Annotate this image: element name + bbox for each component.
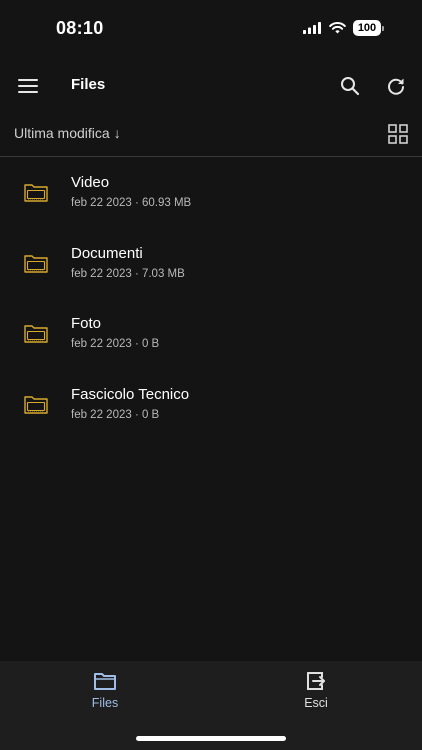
refresh-button[interactable] <box>382 72 410 100</box>
hamburger-menu-icon <box>18 79 38 93</box>
battery-tip <box>382 25 384 31</box>
folder-icon <box>24 395 48 414</box>
battery-level: 100 <box>353 20 381 36</box>
app-bar: Files <box>0 60 422 112</box>
cellular-signal-icon <box>303 22 321 34</box>
grid-view-icon <box>388 124 408 144</box>
sort-bar: Ultima modifica ↓ <box>0 112 422 157</box>
file-name: Documenti <box>71 244 143 262</box>
nav-esci-tab[interactable]: Esci <box>276 669 356 710</box>
folder-icon <box>94 673 116 690</box>
arrow-down-icon: ↓ <box>113 125 121 141</box>
nav-files-tab[interactable]: Files <box>65 669 145 710</box>
search-icon <box>341 77 360 96</box>
file-meta: feb 22 2023 · 60.93 MB <box>71 197 192 209</box>
file-meta: feb 22 2023 · 7.03 MB <box>71 267 185 280</box>
bottom-nav: Files Esci <box>0 661 422 750</box>
status-time: 08:10 <box>56 18 104 38</box>
page-title: Files <box>71 76 106 93</box>
sort-label: Ultima modifica <box>14 125 110 141</box>
status-bar: 08:10 100 <box>0 0 422 58</box>
sort-button[interactable]: Ultima modifica ↓ <box>14 125 121 141</box>
wifi-icon <box>329 22 346 34</box>
file-meta: feb 22 2023 · 0 B <box>71 338 160 350</box>
home-indicator[interactable] <box>136 736 286 741</box>
search-button[interactable] <box>336 72 364 100</box>
folder-icon <box>24 184 48 202</box>
status-icons: 100 <box>303 20 384 36</box>
file-list: Video feb 22 2023 · 60.93 MB Documenti f… <box>0 157 422 439</box>
folder-icon <box>24 325 48 343</box>
file-row-video[interactable]: Video feb 22 2023 · 60.93 MB <box>0 157 422 228</box>
file-meta: feb 22 2023 · 0 B <box>71 408 160 421</box>
menu-button[interactable] <box>14 72 42 100</box>
file-name: Foto <box>71 315 102 332</box>
nav-esci-label: Esci <box>304 696 328 710</box>
folder-icon <box>24 254 48 273</box>
file-name: Video <box>71 174 110 191</box>
battery-indicator: 100 <box>353 20 384 36</box>
nav-files-label: Files <box>91 696 119 710</box>
logout-icon <box>307 672 325 690</box>
file-row-fascicolo-tecnico[interactable]: Fascicolo Tecnico feb 22 2023 · 0 B <box>0 369 422 440</box>
grid-view-button[interactable] <box>388 124 408 144</box>
file-row-foto[interactable]: Foto feb 22 2023 · 0 B <box>0 298 422 369</box>
file-row-documenti[interactable]: Documenti feb 22 2023 · 7.03 MB <box>0 228 422 299</box>
refresh-icon <box>388 78 404 95</box>
file-name: Fascicolo Tecnico <box>71 385 190 403</box>
